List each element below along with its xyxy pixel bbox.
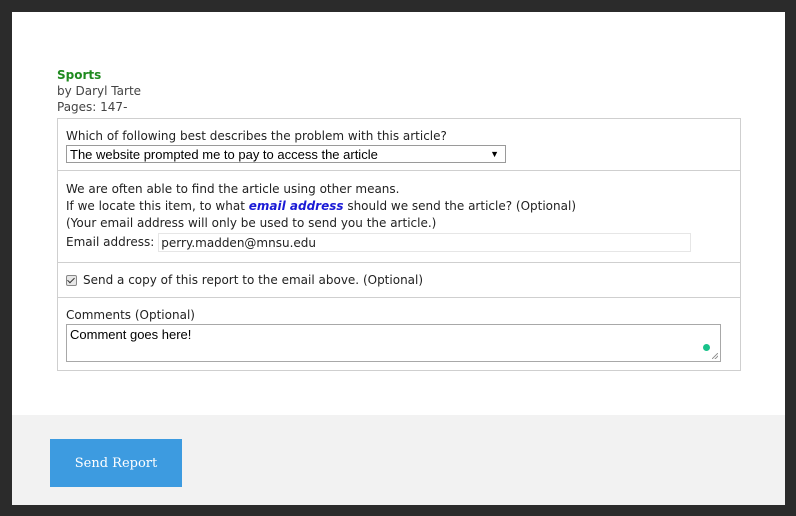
- problem-question: Which of following best describes the pr…: [66, 129, 447, 143]
- copy-checkbox[interactable]: [66, 274, 77, 286]
- resize-handle-icon[interactable]: [712, 353, 718, 359]
- article-title: Sports: [57, 68, 102, 82]
- article-pages: Pages: 147-: [57, 100, 128, 114]
- report-dialog: Sports by Daryl Tarte Pages: 147- Which …: [12, 12, 785, 505]
- dropdown-arrow-icon: ▼: [490, 149, 499, 159]
- article-author: by Daryl Tarte: [57, 84, 142, 98]
- problem-select[interactable]: The website prompted me to pay to access…: [66, 145, 506, 163]
- email-row: Email address: perry.madden@mnsu.edu: [66, 233, 732, 252]
- email-info-prefix: If we locate this item, to what: [66, 199, 249, 213]
- email-info-line2: If we locate this item, to what email ad…: [66, 198, 732, 215]
- send-report-button[interactable]: Send Report: [50, 439, 182, 487]
- email-info-suffix: should we send the article? (Optional): [343, 199, 576, 213]
- comments-section: Comments (Optional) Comment goes here!: [58, 298, 740, 370]
- problem-section: Which of following best describes the pr…: [58, 119, 740, 171]
- problem-select-value: The website prompted me to pay to access…: [70, 146, 378, 162]
- copy-label: Send a copy of this report to the email …: [83, 273, 424, 287]
- email-info-line1: We are often able to find the article us…: [66, 182, 400, 196]
- article-info: Sports by Daryl Tarte Pages: 147-: [57, 67, 141, 115]
- report-form: Which of following best describes the pr…: [57, 118, 741, 371]
- email-label: Email address:: [66, 235, 155, 249]
- copy-row: Send a copy of this report to the email …: [66, 273, 732, 287]
- status-dot-icon: [703, 344, 710, 351]
- email-address-link[interactable]: email address: [249, 199, 344, 213]
- email-input[interactable]: perry.madden@mnsu.edu: [158, 233, 692, 252]
- comments-value: Comment goes here!: [70, 327, 192, 342]
- email-section: We are often able to find the article us…: [58, 171, 740, 263]
- comments-textarea[interactable]: Comment goes here!: [66, 324, 721, 362]
- copy-section: Send a copy of this report to the email …: [58, 263, 740, 298]
- email-info-line3: (Your email address will only be used to…: [66, 216, 437, 230]
- comments-label: Comments (Optional): [66, 308, 195, 322]
- dialog-footer: Send Report: [12, 415, 785, 505]
